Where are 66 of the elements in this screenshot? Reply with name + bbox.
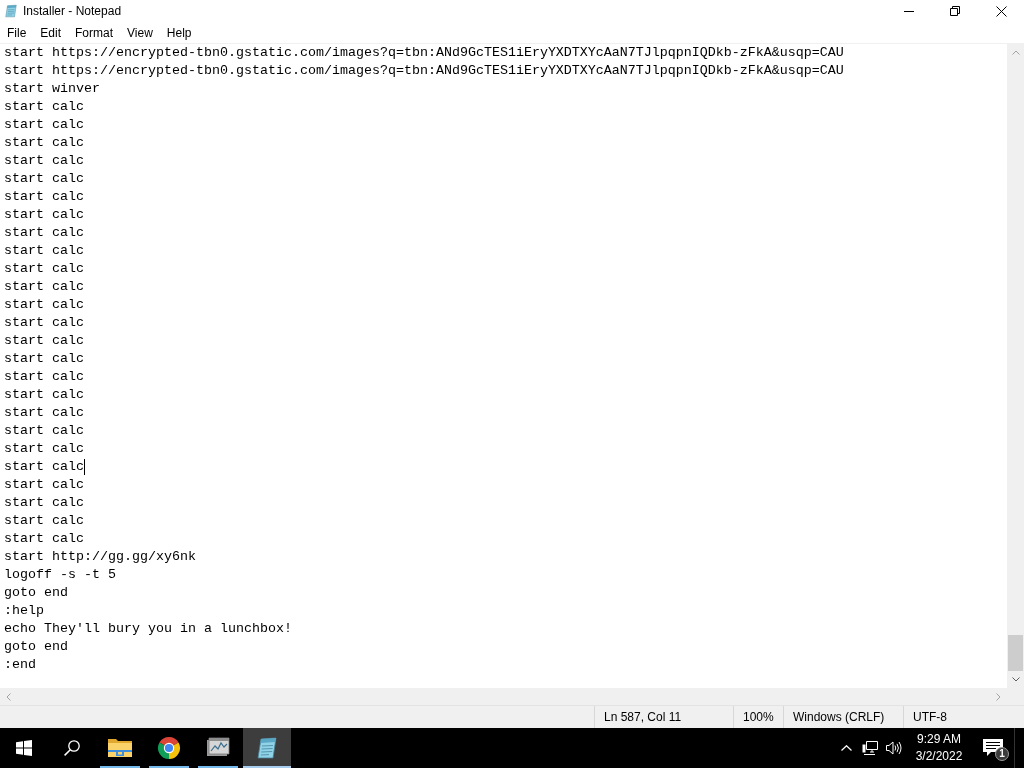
notepad-icon xyxy=(255,736,279,760)
code-line: start https://encrypted-tbn0.gstatic.com/images?q=tbn:ANd9GcTES1iEryYXDTXYcAaN7TJlpqpnIQDkb-zFkA&usqp=CAU xyxy=(4,62,844,80)
menu-item[interactable]: Format xyxy=(68,22,121,43)
chart-window-icon xyxy=(206,737,230,759)
code-line: :end xyxy=(4,656,36,674)
network-icon[interactable] xyxy=(862,741,878,755)
taskbar-app-button[interactable] xyxy=(243,728,291,768)
clock-button[interactable]: 9:29 AM 3/2/2022 xyxy=(906,728,972,768)
code-line: goto end xyxy=(4,584,68,602)
chevron-up-icon[interactable] xyxy=(840,745,852,751)
menu-item[interactable]: Edit xyxy=(33,22,69,43)
code-line: start calc xyxy=(4,242,84,260)
code-line: start calc xyxy=(4,386,84,404)
menu-item[interactable]: Help xyxy=(159,22,199,43)
code-line: start calc xyxy=(4,170,84,188)
message-icon xyxy=(983,739,1003,757)
code-line: start calc xyxy=(4,260,84,278)
code-line: :help xyxy=(4,602,44,620)
chevron-left-icon xyxy=(6,692,11,701)
code-line: start calc xyxy=(4,494,84,512)
code-line: start calc xyxy=(4,296,84,314)
code-line: start calc xyxy=(4,188,84,206)
code-line: echo They'll bury you in a lunchbox! xyxy=(4,620,292,638)
notifications-button[interactable]: 1 xyxy=(972,728,1014,768)
code-line: start calc xyxy=(4,116,84,134)
chevron-right-icon xyxy=(996,692,1001,701)
notification-count: 1 xyxy=(995,747,1009,761)
notepad-icon xyxy=(4,4,18,18)
minimize-icon xyxy=(904,10,914,12)
folder-icon xyxy=(108,738,132,758)
code-line: start https://encrypted-tbn0.gstatic.com/images?q=tbn:ANd9GcTES1iEryYXDTXYcAaN7TJlpqpnIQDkb-zFkA&usqp=CAU xyxy=(4,44,844,62)
vertical-scrollbar[interactable] xyxy=(1007,44,1024,688)
tiles-icon xyxy=(16,740,32,756)
scrollbar-thumb[interactable] xyxy=(1008,635,1023,671)
code-line: start calc xyxy=(4,98,84,116)
code-line: logoff -s -t 5 xyxy=(4,566,116,584)
code-line: start calc xyxy=(4,422,84,440)
horizontal-scrollbar[interactable] xyxy=(0,688,1024,705)
code-line: start calc xyxy=(4,440,84,458)
menu-item[interactable]: File xyxy=(0,22,34,43)
code-line: start calc xyxy=(4,512,84,530)
code-line: start calc xyxy=(4,314,84,332)
speaker-icon[interactable] xyxy=(886,741,902,755)
code-line: start calc xyxy=(4,152,84,170)
code-line: start calc xyxy=(4,134,84,152)
code-line: start http://gg.gg/xy6nk xyxy=(4,548,196,566)
code-line: start calc xyxy=(4,332,84,350)
code-line: start calc xyxy=(4,278,84,296)
code-line: start calc xyxy=(4,368,84,386)
restore-icon xyxy=(950,6,960,16)
segmented-circle-icon xyxy=(157,736,181,760)
code-line: start calc xyxy=(4,458,84,476)
chevron-up-icon xyxy=(1011,50,1020,55)
code-line: start calc xyxy=(4,350,84,368)
code-line: start calc xyxy=(4,224,84,242)
menu-item[interactable]: View xyxy=(120,22,160,43)
chevron-down-icon xyxy=(1011,677,1020,682)
window-title: Installer - Notepad xyxy=(23,4,123,18)
close-icon xyxy=(995,5,1007,17)
search-icon xyxy=(64,740,80,756)
code-line: start calc xyxy=(4,404,84,422)
code-line: start winver xyxy=(4,80,100,98)
code-line: start calc xyxy=(4,530,84,548)
code-line: goto end xyxy=(4,638,68,656)
code-line: start calc xyxy=(4,476,84,494)
code-line: start calc xyxy=(4,206,84,224)
